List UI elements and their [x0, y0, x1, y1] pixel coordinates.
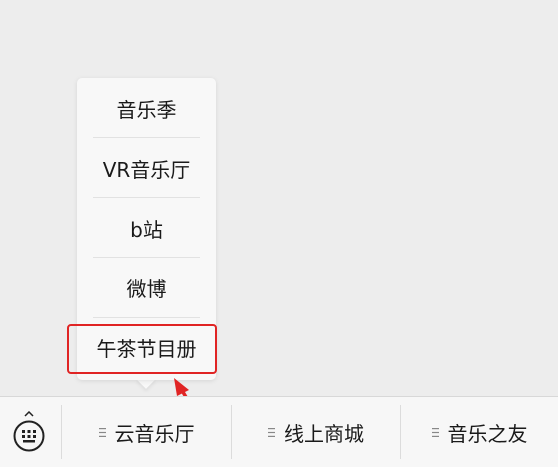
menu-divider: [93, 137, 200, 138]
popup-menu: 音乐季 VR音乐厅 b站 微博 午茶节目册: [77, 78, 216, 380]
menu-divider: [93, 197, 200, 198]
keyboard-toggle-button[interactable]: [0, 397, 61, 467]
bottom-menu-bar: 云音乐厅 线上商城 音乐之友: [0, 396, 558, 467]
menu-item-vr-concert-hall[interactable]: VR音乐厅: [77, 158, 216, 182]
menu-item-music-season[interactable]: 音乐季: [77, 98, 216, 122]
tab-label: 音乐之友: [447, 421, 528, 446]
keyboard-icon: [13, 420, 45, 452]
menu-item-bilibili[interactable]: b站: [77, 218, 216, 242]
submenu-icon: [268, 427, 275, 437]
submenu-icon: [431, 427, 439, 437]
tab-music-friends[interactable]: 音乐之友: [401, 397, 558, 467]
tab-online-mall[interactable]: 线上商城: [232, 397, 400, 467]
menu-divider: [93, 257, 200, 258]
menu-divider: [93, 317, 200, 318]
tab-label: 云音乐厅: [114, 421, 195, 446]
menu-item-weibo[interactable]: 微博: [77, 277, 216, 301]
submenu-icon: [98, 427, 106, 437]
tab-cloud-concert-hall[interactable]: 云音乐厅: [62, 397, 231, 467]
caret-up-icon: [24, 411, 34, 417]
tab-label: 线上商城: [284, 421, 364, 446]
menu-item-afternoon-tea-program[interactable]: 午茶节目册: [77, 337, 216, 361]
